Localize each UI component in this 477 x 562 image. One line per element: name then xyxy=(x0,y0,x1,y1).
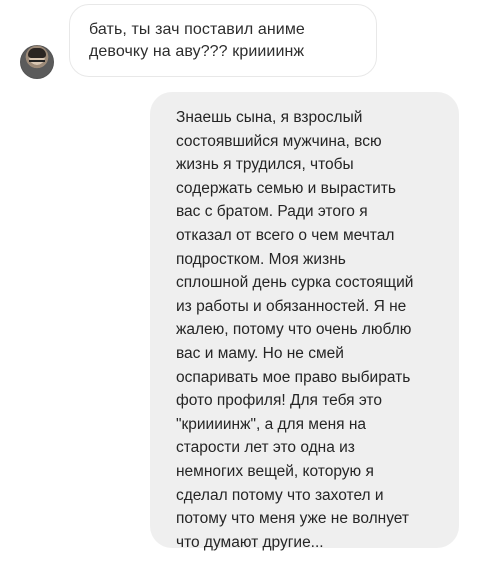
chat-thread: бать, ты зач поставил аниме девочку на а… xyxy=(0,0,477,562)
outgoing-message-bubble[interactable]: Знаешь сына, я взрослый состоявшийся муж… xyxy=(150,92,459,551)
user-avatar-icon[interactable] xyxy=(20,45,54,79)
incoming-message-bubble[interactable]: бать, ты зач поставил аниме девочку на а… xyxy=(69,4,377,77)
